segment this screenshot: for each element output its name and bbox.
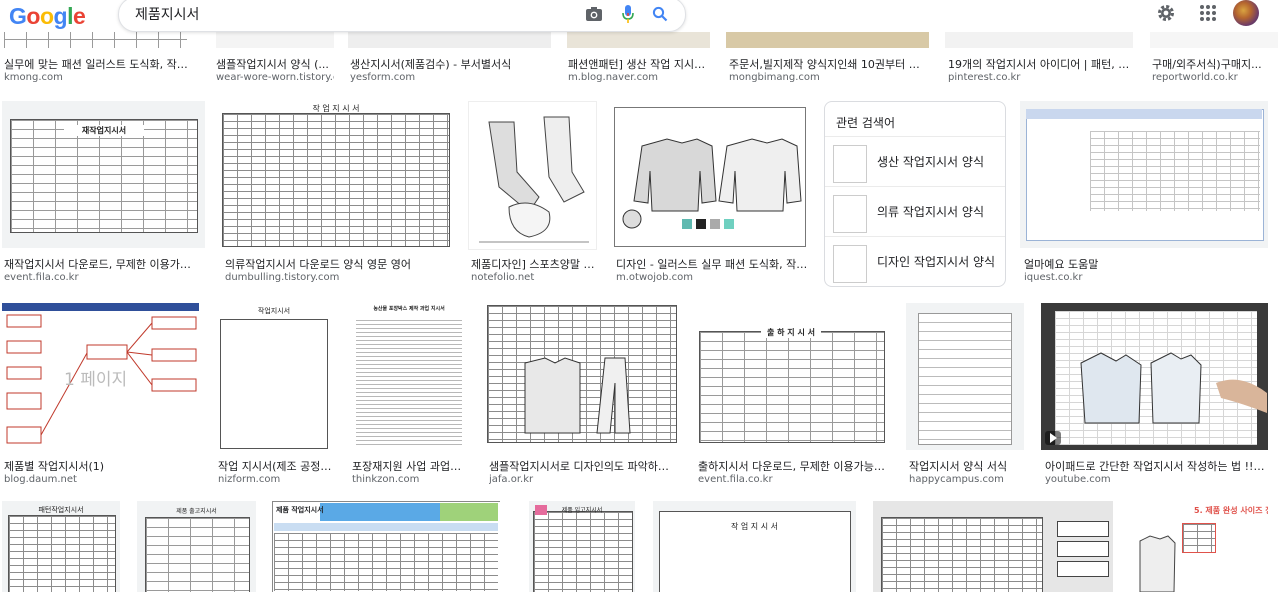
result-source: kmong.com xyxy=(4,72,63,83)
related-thumbnail xyxy=(833,195,867,233)
result-source: dumbulling.tistory.com xyxy=(225,272,340,283)
result-thumbnail[interactable] xyxy=(216,30,334,48)
search-input[interactable] xyxy=(135,6,575,22)
result-thumbnail[interactable]: 5. 제품 완성 사이즈 정보 xyxy=(1130,501,1268,592)
result-caption[interactable]: 샘플작업지시서 양식 (... xyxy=(216,56,334,72)
google-logo[interactable]: Google xyxy=(9,3,86,30)
result-thumbnail[interactable] xyxy=(726,30,929,48)
result-caption[interactable]: 포장재지원 사업 과업지... xyxy=(352,458,468,474)
result-thumbnail[interactable]: 제품 출고지시서 xyxy=(137,501,256,592)
related-searches-panel: 관련 검색어 생산 작업지시서 양식 의류 작업지시서 양식 디자인 작업지시서… xyxy=(824,101,1006,287)
result-thumbnail[interactable]: 작 업 지 시 서 xyxy=(220,101,452,248)
microphone-icon[interactable] xyxy=(617,3,639,25)
related-searches-title: 관련 검색어 xyxy=(836,116,896,130)
related-search-label: 디자인 작업지시서 양식 xyxy=(877,255,996,269)
result-caption[interactable]: 패션앤패턴] 생산 작업 지시서... xyxy=(568,56,710,72)
related-search-item[interactable]: 의류 작업지시서 양식 xyxy=(825,186,1005,237)
result-source: mongbimang.com xyxy=(729,72,820,83)
result-source: nizform.com xyxy=(218,474,281,485)
doc-title: 농산물 포장박스 제작 과업 지시서 xyxy=(373,306,445,312)
related-search-item[interactable]: 생산 작업지시서 양식 xyxy=(825,136,1005,187)
result-caption[interactable]: 제품별 작업지시서(1) xyxy=(4,458,199,474)
doc-title: 출 하 지 시 서 xyxy=(761,327,821,338)
doc-title: 1 페이지 xyxy=(64,370,128,390)
doc-title: 제품 출고지시서 xyxy=(176,508,217,515)
result-thumbnail[interactable]: 제품 입고지시서 xyxy=(529,501,635,592)
result-source: event.fila.co.kr xyxy=(4,272,79,283)
doc-title: 작업지시서 xyxy=(257,307,291,315)
result-thumbnail[interactable]: 재작업지시서 xyxy=(2,101,205,248)
header-bar: Google xyxy=(0,0,1280,32)
result-caption[interactable]: 의류작업지시서 다운로드 양식 영문 영어 xyxy=(225,256,451,272)
result-caption[interactable]: 출하지시서 다운로드, 무제한 이용가능, ... xyxy=(698,458,888,474)
related-search-label: 의류 작업지시서 양식 xyxy=(877,205,984,219)
result-thumbnail[interactable]: 1 페이지 xyxy=(2,303,199,450)
result-thumbnail[interactable]: 출 하 지 시 서 xyxy=(695,303,888,450)
doc-title: 제품 입고지시서 xyxy=(561,507,603,514)
result-source: pinterest.co.kr xyxy=(948,72,1021,83)
result-thumbnail[interactable] xyxy=(906,303,1024,450)
result-source: blog.daum.net xyxy=(4,474,77,485)
gear-icon[interactable] xyxy=(1155,2,1177,24)
result-thumbnail[interactable] xyxy=(1150,30,1278,48)
result-caption[interactable]: 작업지시서 양식 서식 xyxy=(909,458,1025,474)
result-source: reportworld.co.kr xyxy=(1152,72,1238,83)
doc-title: 제품 작업지시서 xyxy=(276,506,324,514)
video-play-badge xyxy=(1045,431,1061,445)
doc-title: 작 업 지 시 서 xyxy=(312,104,360,113)
result-thumbnail[interactable]: 패턴작업지시서 xyxy=(2,501,120,592)
related-thumbnail xyxy=(833,245,867,283)
result-source: event.fila.co.kr xyxy=(698,474,773,485)
result-source: iquest.co.kr xyxy=(1024,272,1083,283)
result-caption[interactable]: 실무에 맞는 패션 일러스트 도식화, 작업... xyxy=(4,56,194,72)
result-source: notefolio.net xyxy=(471,272,535,283)
doc-title: 작 업 지 시 서 xyxy=(731,522,778,531)
result-thumbnail[interactable] xyxy=(4,30,187,48)
result-thumbnail[interactable]: 제품 작업지시서 xyxy=(272,501,500,592)
result-thumbnail[interactable] xyxy=(873,501,1113,592)
related-thumbnail xyxy=(833,145,867,183)
result-source: youtube.com xyxy=(1045,474,1111,485)
result-thumbnail[interactable] xyxy=(468,101,597,250)
result-caption[interactable]: 생산지시서(제품검수) - 부서별서식 xyxy=(350,56,550,72)
result-caption[interactable]: 구매/외주서식)구매지... xyxy=(1152,56,1278,72)
search-icon[interactable] xyxy=(649,3,671,25)
result-source: m.otwojob.com xyxy=(616,272,694,283)
result-source: jafa.or.kr xyxy=(489,474,534,485)
result-source: m.blog.naver.com xyxy=(568,72,658,83)
result-caption[interactable]: 아이패드로 간단한 작업지시서 작성하는 법 !! (... xyxy=(1045,458,1267,474)
result-thumbnail[interactable] xyxy=(1020,101,1268,248)
result-source: happycampus.com xyxy=(909,474,1004,485)
result-source: wear-wore-worn.tistory.c... xyxy=(216,72,334,83)
result-thumbnail[interactable] xyxy=(945,30,1133,48)
result-caption[interactable]: 디자인 - 일러스트 실무 패션 도식화, 작업... xyxy=(616,256,808,272)
play-icon xyxy=(1050,433,1057,443)
result-thumbnail[interactable]: 작업지시서 xyxy=(216,303,332,450)
result-thumbnail[interactable] xyxy=(1041,303,1268,450)
result-thumbnail[interactable] xyxy=(485,303,678,450)
apps-grid-icon[interactable] xyxy=(1197,2,1219,24)
result-thumbnail[interactable] xyxy=(567,30,710,48)
camera-icon[interactable] xyxy=(583,3,605,25)
result-source: thinkzon.com xyxy=(352,474,420,485)
result-caption[interactable]: 제품디자인] 스포츠양말 b... xyxy=(471,256,595,272)
result-caption[interactable]: 작업 지시서(제조 공정) ... xyxy=(218,458,332,474)
result-caption[interactable]: 재작업지시서 다운로드, 무제한 이용가능, ... xyxy=(4,256,200,272)
doc-title: 패턴작업지시서 xyxy=(38,506,84,514)
related-search-label: 생산 작업지시서 양식 xyxy=(877,155,984,169)
result-caption[interactable]: 주문서,빌지제작 양식지인쇄 10권부터 소... xyxy=(729,56,929,72)
result-thumbnail[interactable]: 농산물 포장박스 제작 과업 지시서 xyxy=(350,303,468,450)
search-box[interactable] xyxy=(118,0,686,32)
doc-title: 재작업지시서 xyxy=(64,125,144,136)
result-thumbnail[interactable] xyxy=(348,30,551,48)
result-thumbnail[interactable] xyxy=(612,101,808,248)
result-caption[interactable]: 샘플작업지시서로 디자인의도 파악하기 ... xyxy=(489,458,679,474)
account-avatar[interactable] xyxy=(1233,0,1259,26)
result-source: yesform.com xyxy=(350,72,416,83)
result-thumbnail[interactable]: 작 업 지 시 서 xyxy=(653,501,856,592)
result-caption[interactable]: 얼마예요 도움말 xyxy=(1024,256,1264,272)
result-caption[interactable]: 19개의 작업지시서 아이디어 | 패턴, 드... xyxy=(948,56,1134,72)
related-search-item[interactable]: 디자인 작업지시서 양식 xyxy=(825,236,1005,287)
